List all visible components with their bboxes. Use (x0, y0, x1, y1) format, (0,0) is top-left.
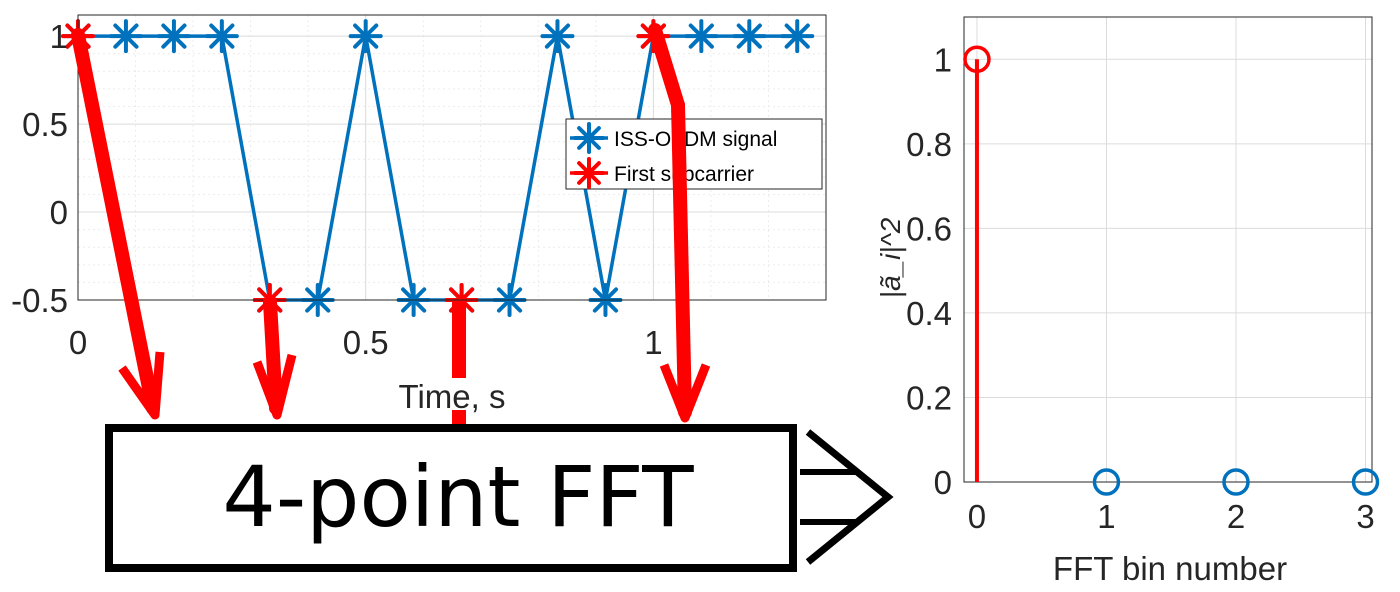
spectrum-y-tick-label: 0.2 (906, 379, 952, 416)
spectrum-plot: 1 0.8 0.6 0.4 0.2 0 0 1 2 3 FFT bin number |ã_i|… (875, 16, 1380, 587)
arrow-sample-0 (71, 28, 165, 420)
spectrum-plot-y-tick-labels: 1 0.8 0.6 0.4 0.2 0 (906, 41, 952, 501)
time-x-tick-label: 0.5 (343, 324, 389, 361)
signal-sample-marker (204, 19, 239, 54)
signal-sample-marker (732, 19, 767, 54)
time-y-tick-label: 0.5 (22, 106, 68, 143)
signal-sample-marker (156, 19, 191, 54)
spectrum-plot-axes-box (963, 16, 1373, 483)
spectrum-x-tick-label: 2 (1227, 498, 1245, 535)
signal-sample-marker (348, 19, 383, 54)
spectrum-x-tick-label: 1 (1097, 498, 1115, 535)
time-x-tick-label: 1 (644, 324, 662, 361)
legend-star-signal (573, 122, 605, 154)
figure-canvas: 10.50-0.5 0 0.5 1 ISS-OFDM signal First su… (11, 14, 1380, 587)
spectrum-plot-x-tick-labels: 0 1 2 3 (968, 498, 1375, 535)
spectrum-y-tick-label: 0.6 (906, 210, 952, 247)
time-y-tick-label: 1 (50, 18, 68, 55)
signal-sample-marker (684, 19, 719, 54)
signal-sample-marker (108, 19, 143, 54)
spectrum-plot-x-label: FFT bin number (1053, 550, 1287, 587)
spectrum-plot-y-label: |ã_i|^2 (875, 217, 906, 298)
arrow-sample-3 (648, 23, 711, 423)
arrow-sample-1 (252, 295, 297, 420)
time-y-tick-label: 0 (50, 194, 68, 231)
fft-output-arrow (800, 429, 894, 565)
time-plot-x-label: Time, s (399, 378, 506, 415)
time-plot-legend: ISS-OFDM signal First subcarrier (565, 118, 823, 190)
time-x-tick-label: 0 (69, 324, 87, 361)
fft-block: 4-point FFT (105, 424, 894, 572)
legend-label-signal: ISS-OFDM signal (614, 128, 777, 151)
sample-arrows (71, 23, 711, 428)
fft-label: 4-point FFT (222, 448, 694, 546)
signal-sample-marker (780, 19, 815, 54)
spectrum-y-tick-label: 0.8 (906, 126, 952, 163)
spectrum-y-tick-label: 0 (934, 464, 952, 501)
spectrum-y-tick-label: 1 (934, 41, 952, 78)
legend-star-subcarrier (573, 157, 605, 189)
spectrum-plot-stems (963, 45, 1380, 496)
time-plot-y-tick-labels: 1 0.5 0 -0.5 (11, 18, 68, 319)
signal-sample-marker (540, 19, 575, 54)
spectrum-plot-grid (964, 17, 1372, 483)
spectrum-y-tick-label: 0.4 (906, 295, 952, 332)
spectrum-x-tick-label: 3 (1356, 498, 1374, 535)
time-y-tick-label: -0.5 (11, 282, 68, 319)
spectrum-x-tick-label: 0 (968, 498, 986, 535)
